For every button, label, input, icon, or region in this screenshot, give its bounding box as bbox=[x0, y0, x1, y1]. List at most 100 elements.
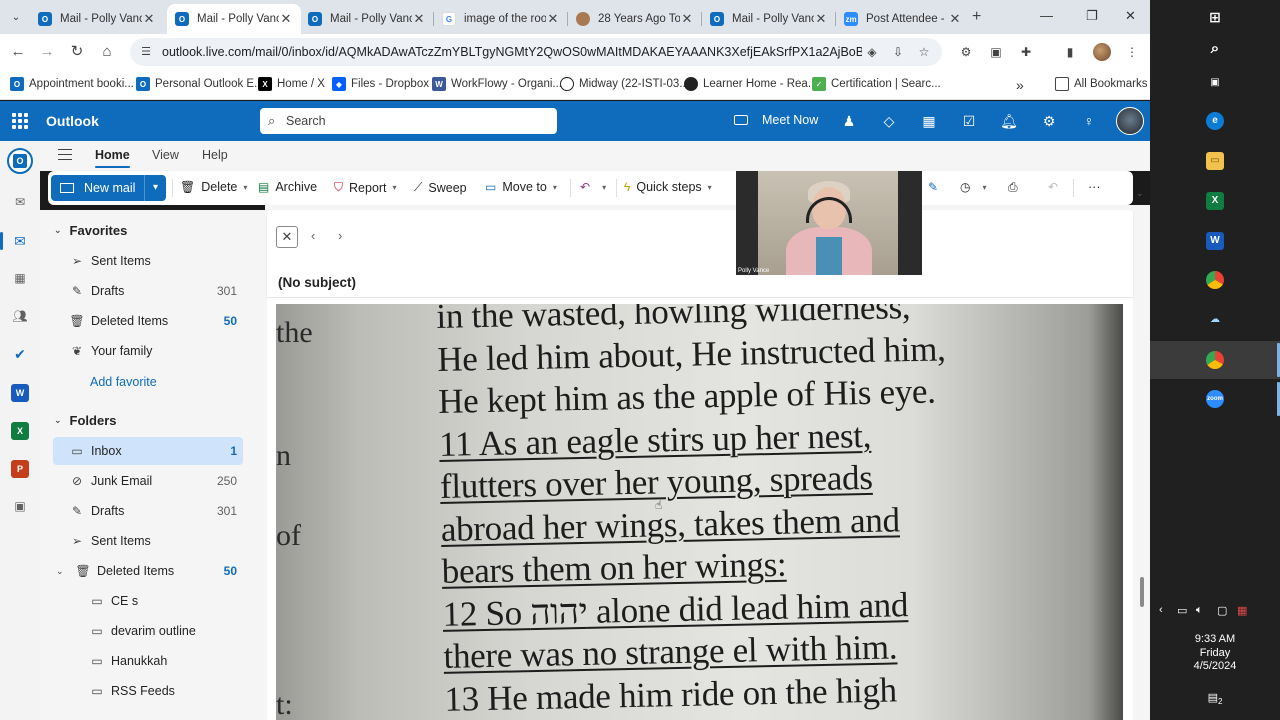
bookmark-item[interactable]: Learner Home - Rea... bbox=[684, 77, 817, 91]
subfolder-item[interactable]: ▭ CE s bbox=[53, 587, 243, 615]
previous-message-icon[interactable]: ‹ bbox=[311, 228, 315, 243]
windows-start-icon[interactable]: ⊞ bbox=[1206, 8, 1224, 26]
reading-scrollbar[interactable] bbox=[1137, 297, 1147, 720]
extension-icon[interactable]: ▣ bbox=[988, 44, 1004, 60]
word-icon[interactable]: W bbox=[11, 384, 29, 402]
minimize-icon[interactable]: — bbox=[1040, 8, 1053, 23]
chrome-icon[interactable] bbox=[1206, 271, 1224, 289]
tab-home[interactable]: Home bbox=[95, 148, 130, 168]
folder-deleted-items[interactable]: ⌄ 🗑︎ Deleted Items 50 bbox=[53, 557, 243, 585]
excel-icon[interactable]: X bbox=[1206, 192, 1224, 210]
tab-search-button[interactable]: ⌄ bbox=[6, 7, 26, 27]
task-view-icon[interactable]: ▣ bbox=[1206, 74, 1224, 92]
browser-tab[interactable]: O Mail - Polly Vance ✕ bbox=[300, 4, 434, 34]
pin-button[interactable]: ✎ bbox=[928, 180, 944, 194]
powerpoint-icon[interactable]: P bbox=[11, 460, 29, 478]
subfolder-item[interactable]: ▭ Hanukkah bbox=[53, 647, 243, 675]
people-icon[interactable]: 👥︎ bbox=[11, 307, 29, 325]
extensions-puzzle-icon[interactable]: ✚ bbox=[1018, 44, 1034, 60]
chevron-down-icon[interactable]: ▾ bbox=[553, 183, 557, 192]
favorites-header[interactable]: ⌄ Favorites bbox=[54, 223, 127, 238]
install-app-icon[interactable]: ⇩ bbox=[890, 44, 906, 60]
taskbar-clock[interactable]: 9:33 AM Friday 4/5/2024 bbox=[1180, 633, 1250, 674]
folders-header[interactable]: ⌄ Folders bbox=[54, 413, 117, 428]
outlook-app-icon[interactable]: O bbox=[7, 148, 33, 174]
site-info-icon[interactable]: ☰ bbox=[138, 44, 154, 60]
meet-now-button[interactable]: Meet Now bbox=[734, 113, 818, 127]
mail-icon[interactable]: ✉ bbox=[11, 232, 29, 250]
notification-center-icon[interactable]: ▤2 bbox=[1206, 691, 1224, 707]
word-icon[interactable]: W bbox=[1206, 232, 1224, 250]
chevron-down-icon[interactable]: ▾ bbox=[144, 175, 166, 201]
edge-icon[interactable]: e bbox=[1206, 112, 1224, 130]
ribbon-collapse-icon[interactable]: ⌄ bbox=[1136, 188, 1144, 199]
gear-icon[interactable]: ⚙ bbox=[1040, 112, 1058, 130]
close-tab-icon[interactable]: ✕ bbox=[279, 11, 293, 27]
browser-tab[interactable]: 28 Years Ago Today ✕ bbox=[568, 4, 702, 34]
new-mail-button[interactable]: New mail ▾ bbox=[51, 175, 166, 201]
favorite-drafts[interactable]: ✎ Drafts 301 bbox=[53, 277, 243, 305]
bookmark-item[interactable]: Midway (22-ISTI-03... bbox=[560, 77, 689, 91]
sweep-button[interactable]: ⟋ Sweep bbox=[414, 180, 467, 195]
chrome-icon[interactable] bbox=[1206, 351, 1224, 369]
extension-icon[interactable]: ◈ bbox=[864, 44, 880, 60]
bookmark-item[interactable]: ✓ Certification | Searc... bbox=[812, 77, 941, 91]
url-text[interactable]: outlook.live.com/mail/0/inbox/id/AQMkADA… bbox=[162, 45, 862, 59]
bell-icon[interactable]: 🔔︎ bbox=[1000, 112, 1018, 130]
scrollbar-thumb[interactable] bbox=[1140, 577, 1144, 607]
lightbulb-icon[interactable]: ♀ bbox=[1080, 112, 1098, 130]
browser-tab[interactable]: G image of the roof ✕ bbox=[434, 4, 568, 34]
chevron-down-icon[interactable]: ⌄ bbox=[56, 566, 64, 577]
archive-button[interactable]: ▤ Archive bbox=[258, 180, 317, 194]
more-options-button[interactable]: ··· bbox=[1088, 180, 1101, 194]
report-button[interactable]: ⛉ Report ▾ bbox=[334, 180, 397, 195]
bookmark-item[interactable]: O Appointment booki... bbox=[10, 77, 134, 91]
favorite-your-family[interactable]: ❦ Your family bbox=[53, 337, 243, 365]
folder-inbox[interactable]: ▭ Inbox 1 bbox=[53, 437, 243, 465]
reload-icon[interactable]: ↻ bbox=[68, 43, 86, 61]
print-button[interactable]: ⎙ bbox=[1008, 180, 1024, 195]
home-icon[interactable]: ⌂ bbox=[98, 43, 116, 61]
favorite-deleted-items[interactable]: 🗑︎ Deleted Items 50 bbox=[53, 307, 243, 335]
browser-tab[interactable]: O Mail - Polly Vance ✕ bbox=[702, 4, 836, 34]
office-apps-icon[interactable]: ▦ bbox=[920, 112, 938, 130]
file-explorer-icon[interactable]: ▭ bbox=[1206, 152, 1224, 170]
next-message-icon[interactable]: › bbox=[338, 228, 342, 243]
close-tab-icon[interactable]: ✕ bbox=[546, 11, 560, 27]
browser-menu-icon[interactable]: ⋮ bbox=[1124, 44, 1140, 60]
quick-steps-button[interactable]: ϟ Quick steps ▾ bbox=[624, 180, 712, 194]
close-icon[interactable]: ✕ bbox=[276, 226, 298, 248]
todo-check-icon[interactable]: ✔ bbox=[11, 345, 29, 363]
browser-tab[interactable]: zm Post Attendee - Zoom ✕ bbox=[836, 4, 970, 34]
profile-avatar[interactable] bbox=[1093, 43, 1111, 61]
mail-outbox-icon[interactable]: ✉ bbox=[11, 193, 29, 211]
reply-button[interactable]: ↶ ▾ bbox=[580, 180, 606, 194]
folder-sent-items[interactable]: ➢ Sent Items bbox=[53, 527, 243, 555]
bookmark-item[interactable]: ◆ Files - Dropbox bbox=[332, 77, 429, 91]
favorite-sent-items[interactable]: ➢ Sent Items bbox=[53, 247, 243, 275]
search-input[interactable]: ⌕ Search bbox=[260, 108, 557, 134]
video-call-thumbnail[interactable]: Polly Vance bbox=[736, 171, 922, 275]
close-tab-icon[interactable]: ✕ bbox=[680, 11, 694, 27]
premium-diamond-icon[interactable]: ◇ bbox=[880, 112, 898, 130]
bookmark-star-icon[interactable]: ☆ bbox=[916, 44, 932, 60]
zoom-icon[interactable]: zoom bbox=[1206, 390, 1224, 408]
battery-icon[interactable]: ▭ bbox=[1177, 604, 1187, 617]
bookmark-item[interactable]: X Home / X bbox=[258, 77, 325, 91]
folder-junk-email[interactable]: ⊘ Junk Email 250 bbox=[53, 467, 243, 495]
more-apps-icon[interactable]: ▣ bbox=[11, 497, 29, 515]
new-tab-button[interactable]: + bbox=[972, 8, 981, 26]
restore-icon[interactable]: ❐ bbox=[1086, 8, 1098, 24]
back-icon[interactable]: ← bbox=[9, 43, 27, 61]
subfolder-item[interactable]: ▭ RSS Feeds bbox=[53, 677, 243, 705]
account-avatar[interactable] bbox=[1116, 107, 1144, 135]
app-launcher-icon[interactable] bbox=[12, 113, 28, 129]
volume-icon[interactable]: 🔈︎ bbox=[1196, 604, 1203, 617]
teams-icon[interactable]: ♟ bbox=[840, 112, 858, 130]
close-window-icon[interactable]: ✕ bbox=[1125, 8, 1136, 24]
network-icon[interactable]: ▢ bbox=[1217, 604, 1227, 617]
excel-icon[interactable]: X bbox=[11, 422, 29, 440]
delete-button[interactable]: 🗑︎ Delete ▾ bbox=[180, 180, 247, 194]
address-bar[interactable]: ☰ outlook.live.com/mail/0/inbox/id/AQMkA… bbox=[130, 38, 942, 66]
calendar-icon[interactable]: ▦ bbox=[11, 269, 29, 287]
